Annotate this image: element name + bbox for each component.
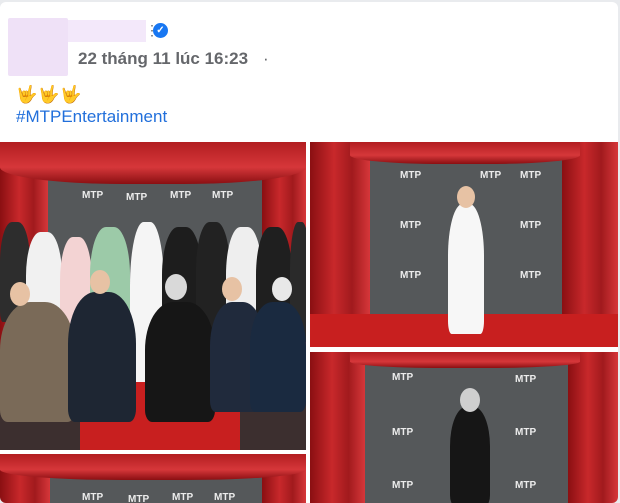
curtain-valance xyxy=(0,142,306,184)
curtain-valance xyxy=(350,142,580,164)
mtp-logo: MTP xyxy=(82,492,104,503)
face xyxy=(272,277,292,301)
verified-badge-icon: ✓ xyxy=(153,23,168,38)
person-white-suit xyxy=(448,204,484,334)
person xyxy=(68,292,136,422)
mtp-logo: MTP xyxy=(400,270,422,281)
post-card: ⋮ ✓ 22 tháng 11 lúc 16:23 · 🤟🤟🤟 #MTPEnte… xyxy=(0,2,618,503)
mtp-logo: MTP xyxy=(172,492,194,503)
photo-white-suit[interactable]: MTP MTP MTP MTP MTP MTP MTP xyxy=(310,142,618,347)
mtp-logo: MTP xyxy=(520,170,542,181)
mtp-logo: MTP xyxy=(170,190,192,201)
author-name-redacted[interactable] xyxy=(68,20,146,42)
curtain-left xyxy=(310,352,365,503)
mtp-logo: MTP xyxy=(214,492,236,503)
mtp-logo: MTP xyxy=(126,192,148,203)
curtain-right xyxy=(568,352,618,503)
person xyxy=(145,302,215,422)
mtp-logo: MTP xyxy=(392,372,414,383)
person xyxy=(0,302,75,422)
mtp-logo: MTP xyxy=(392,427,414,438)
mtp-logo: MTP xyxy=(400,220,422,231)
photo-cropped[interactable]: MTP MTP MTP MTP xyxy=(0,454,306,503)
mtp-logo: MTP xyxy=(212,190,234,201)
mtp-logo: MTP xyxy=(520,270,542,281)
face xyxy=(460,388,480,412)
person xyxy=(250,302,306,412)
person-black-outfit xyxy=(450,407,490,503)
face xyxy=(222,277,242,301)
curtain-valance xyxy=(350,352,580,368)
mtp-logo: MTP xyxy=(400,170,422,181)
photo-black-outfit[interactable]: MTP MTP MTP MTP MTP MTP xyxy=(310,352,618,503)
curtain-valance xyxy=(0,454,306,480)
mtp-logo: MTP xyxy=(128,494,150,503)
mtp-logo: MTP xyxy=(82,190,104,201)
mtp-logo: MTP xyxy=(515,427,537,438)
face xyxy=(165,274,187,300)
mtp-logo: MTP xyxy=(520,220,542,231)
face xyxy=(90,270,110,294)
mtp-logo: MTP xyxy=(392,480,414,491)
mtp-logo: MTP xyxy=(515,480,537,491)
photo-group[interactable]: MTP MTP MTP MTP xyxy=(0,142,306,450)
timestamp-separator: · xyxy=(263,49,269,68)
post-timestamp[interactable]: 22 tháng 11 lúc 16:23 xyxy=(78,48,248,70)
face xyxy=(10,282,30,306)
mtp-logo: MTP xyxy=(515,374,537,385)
hashtag-link[interactable]: #MTPEntertainment xyxy=(16,106,167,128)
mtp-logo: MTP xyxy=(480,170,502,181)
face xyxy=(457,186,475,208)
post-emojis: 🤟🤟🤟 xyxy=(16,85,83,104)
author-avatar[interactable] xyxy=(8,18,68,76)
